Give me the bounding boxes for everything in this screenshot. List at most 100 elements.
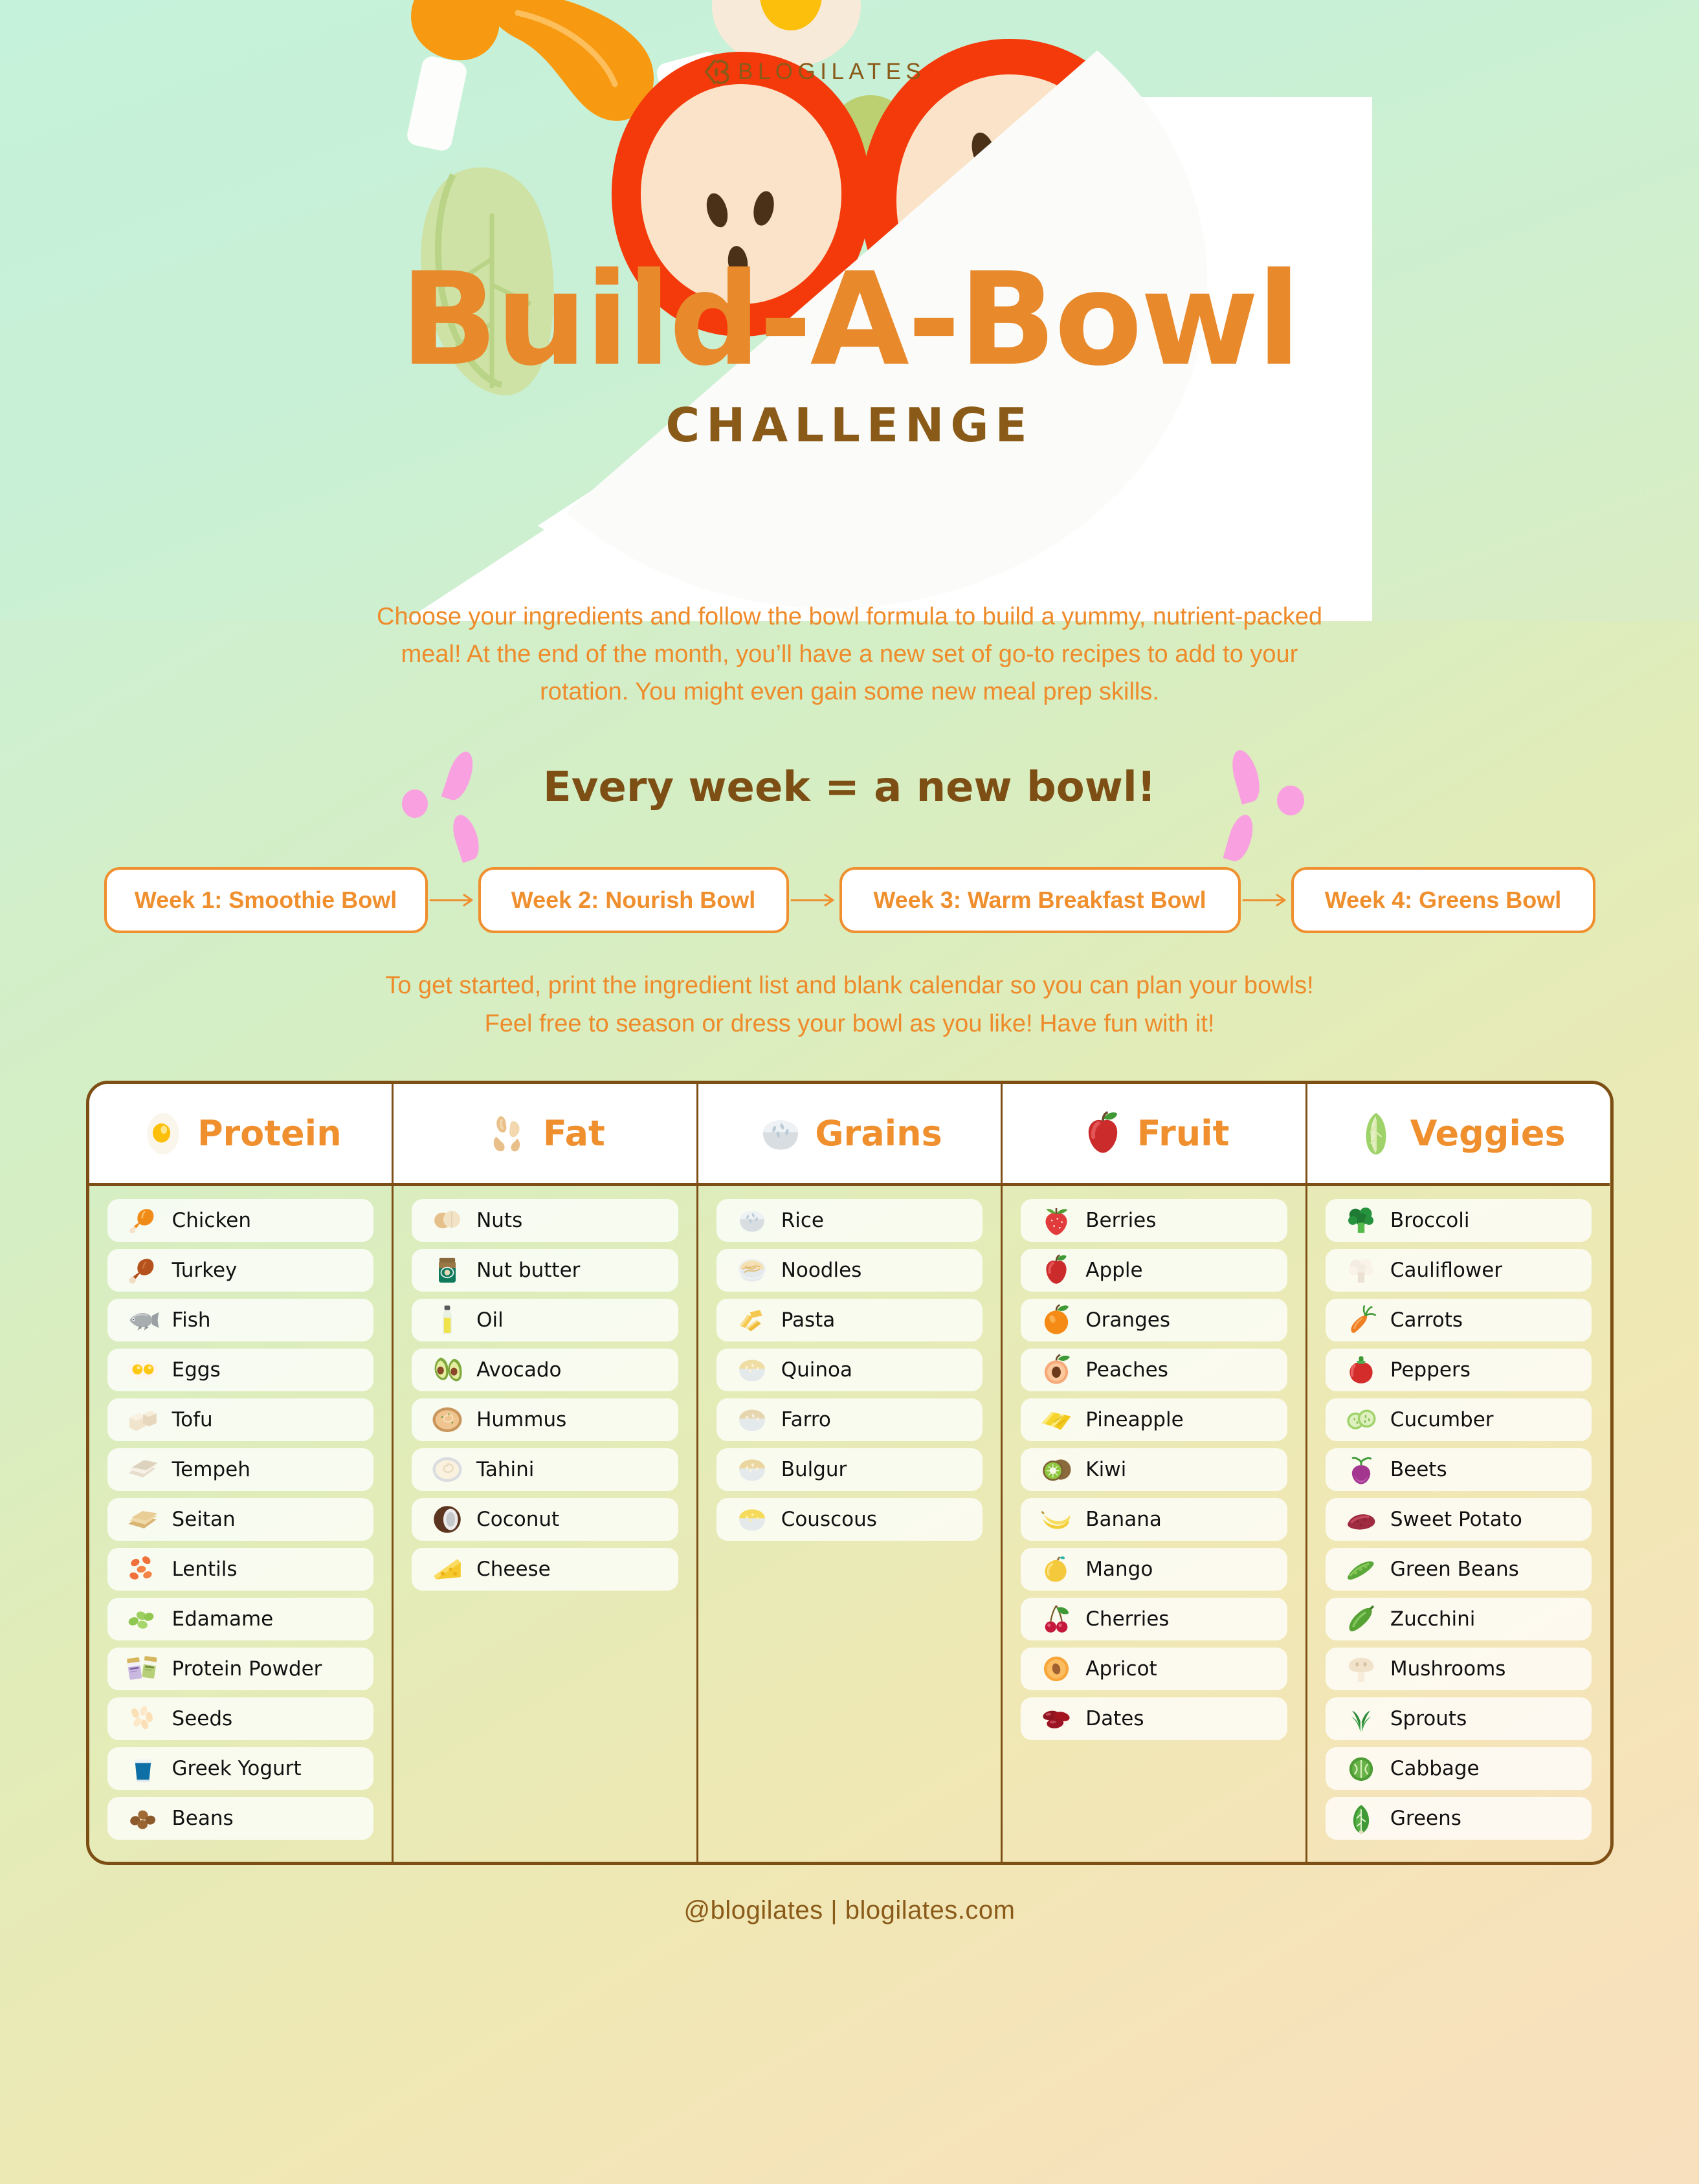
- ingredient-row[interactable]: Banana: [1021, 1498, 1287, 1541]
- ingredient-row[interactable]: Apricot: [1021, 1648, 1287, 1691]
- edamame-icon: [124, 1602, 162, 1636]
- ingredient-row[interactable]: Tofu: [107, 1398, 374, 1442]
- ingredient-label: Tahini: [476, 1458, 535, 1482]
- ingredient-row[interactable]: Pasta: [716, 1299, 983, 1342]
- ingredient-row[interactable]: Apple: [1021, 1249, 1287, 1292]
- ingredient-row[interactable]: Kiwi: [1021, 1448, 1287, 1492]
- ingredient-label: Rice: [781, 1209, 824, 1233]
- ingredient-row[interactable]: Green Beans: [1325, 1548, 1592, 1591]
- ingredient-row[interactable]: Nut butter: [412, 1249, 678, 1292]
- ingredient-label: Tempeh: [172, 1458, 250, 1482]
- week-chip-3[interactable]: Week 3: Warm Breakfast Bowl: [839, 867, 1241, 934]
- ingredient-row[interactable]: Mushrooms: [1325, 1648, 1592, 1691]
- ingredient-row[interactable]: Lentils: [107, 1548, 374, 1591]
- ingredient-row[interactable]: Peaches: [1021, 1349, 1287, 1392]
- ingredient-row[interactable]: Tahini: [412, 1448, 678, 1492]
- ingredient-row[interactable]: Berries: [1021, 1199, 1287, 1242]
- ingredient-label: Edamame: [172, 1607, 274, 1631]
- ingredient-column-veggies: Veggies Broccoli Cauliflower Carrots Peppers…: [1307, 1084, 1610, 1862]
- ingredient-row[interactable]: Bulgur: [716, 1448, 983, 1492]
- column-header-veggies: Veggies: [1307, 1084, 1610, 1187]
- ingredient-row[interactable]: Mango: [1021, 1548, 1287, 1591]
- fried-egg-icon: [139, 1110, 187, 1158]
- ingredient-row[interactable]: Tempeh: [107, 1448, 374, 1492]
- column-header-grains: Grains: [698, 1084, 1001, 1187]
- ingredient-row[interactable]: Oranges: [1021, 1299, 1287, 1342]
- ingredient-row[interactable]: Protein Powder: [107, 1648, 374, 1691]
- ingredient-label: Cabbage: [1390, 1757, 1480, 1781]
- ingredient-row[interactable]: Fish: [107, 1299, 374, 1342]
- beet-icon: [1342, 1453, 1380, 1486]
- ingredient-label: Greens: [1390, 1807, 1461, 1831]
- ingredient-row[interactable]: Zucchini: [1325, 1598, 1592, 1641]
- ingredient-row[interactable]: Rice: [716, 1199, 983, 1242]
- ingredient-row[interactable]: Coconut: [412, 1498, 678, 1541]
- ingredient-row[interactable]: Nuts: [412, 1199, 678, 1242]
- ingredient-row[interactable]: Beans: [107, 1797, 374, 1840]
- ingredient-label: Avocado: [476, 1358, 562, 1382]
- ingredient-row[interactable]: Couscous: [716, 1498, 983, 1541]
- ingredient-row[interactable]: Edamame: [107, 1598, 374, 1641]
- dates-icon: [1038, 1702, 1075, 1736]
- week-chip-4[interactable]: Week 4: Greens Bowl: [1291, 867, 1595, 934]
- ingredient-label: Fish: [172, 1308, 211, 1332]
- blogilates-logo[interactable]: BLOGILATES: [702, 57, 926, 87]
- ingredient-label: Greek Yogurt: [172, 1757, 302, 1781]
- ingredient-row[interactable]: Seitan: [107, 1498, 374, 1541]
- ingredient-label: Couscous: [781, 1508, 877, 1532]
- ingredient-label: Seitan: [172, 1508, 236, 1532]
- nuts-icon: [428, 1204, 466, 1237]
- ingredient-row[interactable]: Cucumber: [1325, 1398, 1592, 1442]
- ingredient-row[interactable]: Oil: [412, 1299, 678, 1342]
- column-header-fruit: Fruit: [1003, 1084, 1305, 1187]
- ingredient-row[interactable]: Peppers: [1325, 1349, 1592, 1392]
- ingredient-row[interactable]: Pineapple: [1021, 1398, 1287, 1442]
- column-header-label: Protein: [197, 1113, 342, 1154]
- ingredient-row[interactable]: Dates: [1021, 1697, 1287, 1741]
- intro-line-3: rotation. You might even gain some new m…: [540, 678, 1159, 705]
- week-chip-1[interactable]: Week 1: Smoothie Bowl: [104, 867, 428, 934]
- ingredient-row[interactable]: Broccoli: [1325, 1199, 1592, 1242]
- ingredient-label: Bulgur: [781, 1458, 847, 1482]
- ingredient-row[interactable]: Avocado: [412, 1349, 678, 1392]
- page-subtitle: CHALLENGE: [665, 398, 1034, 452]
- ingredient-label: Beans: [172, 1807, 234, 1831]
- ingredient-label: Peppers: [1390, 1358, 1471, 1382]
- ingredient-label: Turkey: [172, 1259, 238, 1283]
- ingredient-row[interactable]: Cherries: [1021, 1598, 1287, 1641]
- ingredient-label: Pineapple: [1085, 1408, 1184, 1432]
- ingredient-row[interactable]: Quinoa: [716, 1349, 983, 1392]
- ingredient-label: Berries: [1085, 1209, 1157, 1233]
- ingredient-row[interactable]: Cabbage: [1325, 1747, 1592, 1791]
- mushroom-icon: [1342, 1652, 1380, 1686]
- ingredient-row[interactable]: Sweet Potato: [1325, 1498, 1592, 1541]
- every-week-text: Every week = a new bowl!: [543, 764, 1156, 812]
- every-week-banner: Every week = a new bowl!: [364, 747, 1335, 865]
- ingredient-row[interactable]: Cheese: [412, 1548, 678, 1591]
- ingredient-row[interactable]: Greens: [1325, 1797, 1592, 1840]
- week-chip-2[interactable]: Week 2: Nourish Bowl: [478, 867, 789, 934]
- column-items: Rice Noodles Pasta Quinoa Farro Bulgur Couscou…: [698, 1186, 1001, 1563]
- ingredient-row[interactable]: Eggs: [107, 1349, 374, 1392]
- ingredient-label: Apple: [1085, 1259, 1143, 1283]
- column-header-label: Fat: [542, 1113, 605, 1154]
- ingredient-row[interactable]: Hummus: [412, 1398, 678, 1442]
- ingredient-label: Quinoa: [781, 1358, 852, 1382]
- greens-leaf-icon: [1342, 1802, 1380, 1835]
- footer-handle: @blogilates | blogilates.com: [683, 1896, 1016, 1925]
- orange-icon: [1038, 1303, 1075, 1337]
- ingredient-row[interactable]: Carrots: [1325, 1299, 1592, 1342]
- ingredient-row[interactable]: Cauliflower: [1325, 1249, 1592, 1292]
- ingredient-label: Sprouts: [1390, 1707, 1467, 1731]
- ingredient-label: Nuts: [476, 1209, 523, 1233]
- ingredient-row[interactable]: Farro: [716, 1398, 983, 1442]
- ingredient-label: Zucchini: [1390, 1607, 1476, 1631]
- ingredient-row[interactable]: Noodles: [716, 1249, 983, 1292]
- ingredient-row[interactable]: Chicken: [107, 1199, 374, 1242]
- ingredient-row[interactable]: Sprouts: [1325, 1697, 1592, 1741]
- ingredient-row[interactable]: Greek Yogurt: [107, 1747, 374, 1791]
- ingredient-row[interactable]: Turkey: [107, 1249, 374, 1292]
- ingredient-row[interactable]: Beets: [1325, 1448, 1592, 1492]
- ingredient-row[interactable]: Seeds: [107, 1697, 374, 1741]
- petal-decoration-icon: [1222, 811, 1258, 865]
